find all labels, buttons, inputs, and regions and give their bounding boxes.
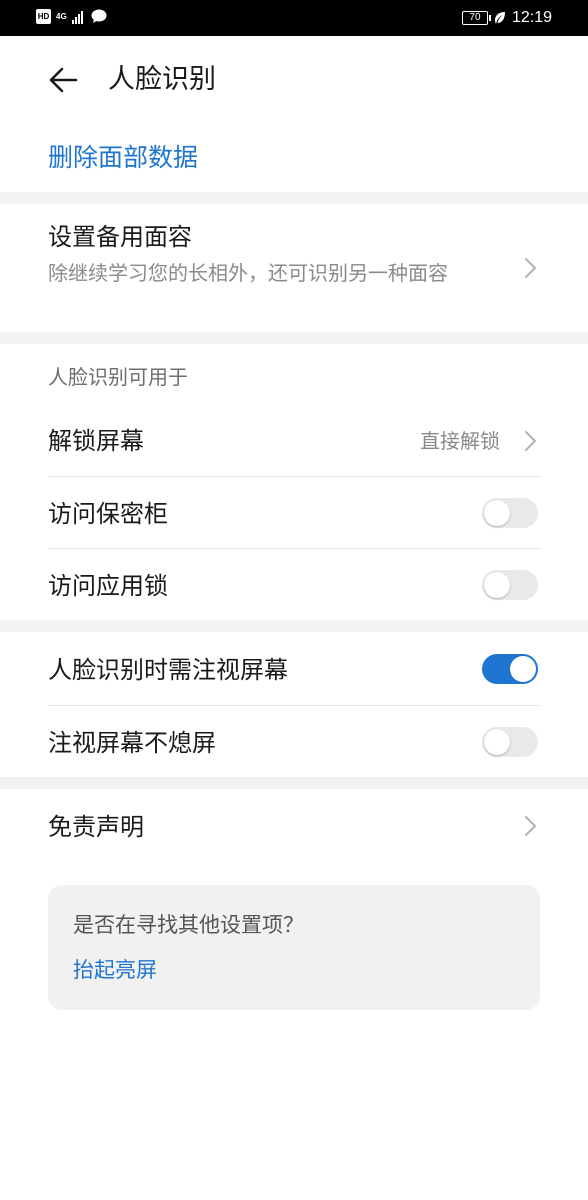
row-separator bbox=[48, 705, 540, 706]
section-divider bbox=[0, 332, 588, 344]
suggestion-question: 是否在寻找其他设置项？ bbox=[73, 913, 304, 937]
alt-face-title: 设置备用面容 bbox=[48, 223, 192, 251]
gaze-awake-toggle[interactable] bbox=[482, 727, 538, 757]
app-lock-label: 访问应用锁 bbox=[48, 572, 168, 600]
delete-face-data-button[interactable]: 删除面部数据 bbox=[48, 138, 198, 178]
row-separator bbox=[48, 548, 540, 549]
toggle-knob bbox=[510, 656, 536, 682]
vault-label: 访问保密柜 bbox=[48, 500, 168, 528]
raise-to-wake-link[interactable]: 抬起亮屏 bbox=[73, 955, 157, 985]
status-bar: HD 4G 70 12:19 bbox=[0, 0, 588, 36]
message-icon bbox=[91, 9, 107, 23]
chevron-right-icon bbox=[525, 258, 536, 278]
toggle-knob bbox=[484, 729, 510, 755]
suggestion-card: 是否在寻找其他设置项？ 抬起亮屏 bbox=[48, 885, 540, 1010]
vault-toggle[interactable] bbox=[482, 498, 538, 528]
usage-section-header: 人脸识别可用于 bbox=[48, 365, 188, 389]
chevron-right-icon bbox=[525, 431, 536, 451]
status-right: 70 12:19 bbox=[461, 8, 552, 28]
app-lock-toggle[interactable] bbox=[482, 570, 538, 600]
signal-icon bbox=[71, 10, 83, 24]
gaze-awake-label: 注视屏幕不熄屏 bbox=[48, 729, 216, 757]
unlock-screen-label: 解锁屏幕 bbox=[48, 427, 144, 455]
clock: 12:19 bbox=[511, 9, 552, 26]
hd-badge: HD bbox=[36, 9, 51, 24]
status-left: HD 4G bbox=[36, 9, 107, 24]
disclaimer-label: 免责声明 bbox=[48, 813, 144, 841]
section-divider bbox=[0, 620, 588, 632]
toggle-knob bbox=[484, 572, 510, 598]
toggle-knob bbox=[484, 500, 510, 526]
leaf-icon bbox=[494, 12, 505, 24]
app-bar: 人脸识别 bbox=[0, 36, 588, 122]
battery-icon: 70 bbox=[461, 11, 491, 25]
require-gaze-label: 人脸识别时需注视屏幕 bbox=[48, 656, 288, 684]
network-label: 4G bbox=[56, 11, 67, 21]
require-gaze-toggle[interactable] bbox=[482, 654, 538, 684]
chevron-right-icon bbox=[525, 816, 536, 836]
section-divider bbox=[0, 192, 588, 204]
section-divider bbox=[0, 777, 588, 789]
page-title: 人脸识别 bbox=[108, 64, 216, 95]
unlock-screen-value: 直接解锁 bbox=[420, 429, 500, 453]
alt-face-description: 除继续学习您的长相外，还可识别另一种面容 bbox=[48, 261, 448, 285]
back-arrow-icon[interactable] bbox=[46, 62, 82, 98]
row-separator bbox=[48, 476, 540, 477]
